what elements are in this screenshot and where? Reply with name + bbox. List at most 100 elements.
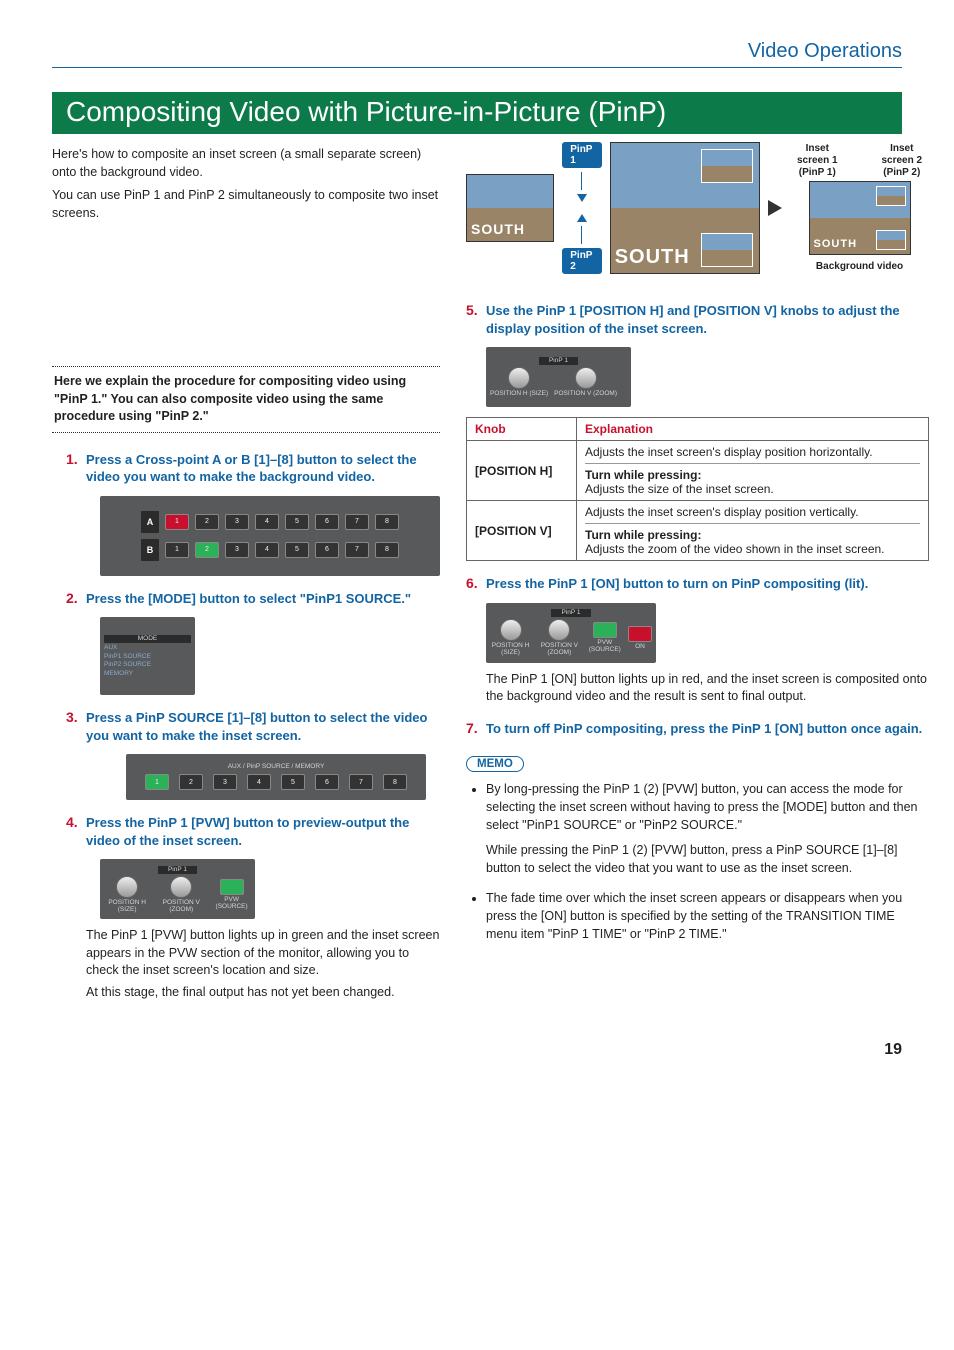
button-a8: 8 (375, 514, 399, 530)
src-2: 2 (179, 774, 203, 790)
step-1: 1. Press a Cross-point A or B [1]–[8] bu… (66, 451, 440, 576)
mini-inset-2b (876, 230, 906, 250)
step-4-body-1: The PinP 1 [PVW] button lights up in gre… (86, 927, 440, 980)
breadcrumb: Video Operations (52, 40, 902, 68)
south-label-small: SOUTH (814, 238, 858, 250)
button-a6: 6 (315, 514, 339, 530)
inset1-line2: (PinP 1) (799, 167, 836, 178)
page-number: 19 (52, 1041, 902, 1059)
knob-h-line2: Adjusts the size of the inset screen. (585, 482, 774, 496)
step-text: Press the PinP 1 [ON] button to turn on … (486, 575, 868, 593)
button-b1: 1 (165, 542, 189, 558)
knob-position-h (508, 367, 530, 389)
button-b6: 6 (315, 542, 339, 558)
pvw-button (593, 622, 617, 638)
row-a-label: A (141, 511, 159, 533)
arrow-right-icon (768, 200, 782, 216)
step-5: 5. Use the PinP 1 [POSITION H] and [POSI… (466, 302, 929, 407)
inset2-line2: (PinP 2) (883, 167, 920, 178)
knob-h-turn: Turn while pressing: (585, 468, 701, 482)
note-box: Here we explain the procedure for compos… (52, 366, 440, 433)
button-a5: 5 (285, 514, 309, 530)
step-4-body-2: At this stage, the final output has not … (86, 984, 440, 1002)
button-a1: 1 (165, 514, 189, 530)
step-number: 4. (66, 814, 86, 830)
inset2-label: Inset screen 2 (PinP 2) (875, 143, 930, 179)
step-number: 1. (66, 451, 86, 467)
pinp2-badge: PinP 2 (562, 248, 601, 274)
pinp1-badge: PinP 1 (562, 142, 601, 168)
src-4: 4 (247, 774, 271, 790)
knob-v-line1: Adjusts the inset screen's display posit… (585, 505, 920, 519)
step-number: 3. (66, 709, 86, 725)
step-7: 7. To turn off PinP compositing, press t… (466, 720, 929, 738)
button-a3: 3 (225, 514, 249, 530)
memo-item-1a: By long-pressing the PinP 1 (2) [PVW] bu… (486, 782, 918, 832)
figure-knobs: PinP 1 POSITION H (SIZE) POSITION V (ZOO… (486, 347, 631, 407)
src-5: 5 (281, 774, 305, 790)
mode-title: MODE (104, 635, 191, 644)
knob-label: POSITION V (ZOOM) (156, 900, 206, 913)
knob-label: POSITION V (ZOOM) (537, 643, 581, 656)
memo-item-1b: While pressing the PinP 1 (2) [PVW] butt… (486, 841, 929, 877)
mode-item: PinP2 SOURCE (104, 662, 151, 669)
button-a4: 4 (255, 514, 279, 530)
mini-inset-2 (701, 233, 753, 267)
figure-on: PinP 1 POSITION H (SIZE) POSITION V (ZOO… (486, 603, 656, 663)
step-text: Press a Cross-point A or B [1]–[8] butto… (86, 451, 440, 486)
memo-item: The fade time over which the inset scree… (486, 889, 929, 943)
mini-inset-1b (876, 186, 906, 206)
inset1-line1: Inset screen 1 (797, 143, 838, 166)
source-title: AUX / PinP SOURCE / MEMORY (228, 764, 325, 771)
knob-position-h (500, 619, 522, 641)
south-label: SOUTH (471, 221, 525, 237)
intro-paragraph-1: Here's how to composite an inset screen … (52, 146, 440, 181)
thumb-composite: SOUTH (610, 142, 760, 274)
memo-item: By long-pressing the PinP 1 (2) [PVW] bu… (486, 780, 929, 877)
button-a2: 2 (195, 514, 219, 530)
knob-label: POSITION H (SIZE) (104, 900, 150, 913)
mode-item: AUX (104, 645, 117, 652)
on-label: ON (635, 644, 645, 651)
step-3: 3. Press a PinP SOURCE [1]–[8] button to… (66, 709, 440, 800)
knob-v-name: [POSITION V] (467, 501, 577, 561)
pinp-panel-label: PinP 1 (539, 357, 578, 366)
on-button (628, 626, 652, 642)
inset2-line1: Inset screen 2 (881, 143, 922, 166)
knob-h-name: [POSITION H] (467, 441, 577, 501)
figure-crosspoint: A 1 2 3 4 5 6 7 8 B 1 2 3 (100, 496, 440, 576)
knob-v-desc: Adjusts the inset screen's display posit… (577, 501, 929, 561)
thumb-output: SOUTH (809, 181, 911, 255)
src-1: 1 (145, 774, 169, 790)
mini-inset-1 (701, 149, 753, 183)
composite-diagram: SOUTH PinP 1 PinP 2 SOUTH (466, 142, 929, 274)
step-text: Use the PinP 1 [POSITION H] and [POSITIO… (486, 302, 929, 337)
figure-pvw: PinP 1 POSITION H (SIZE) POSITION V (ZOO… (100, 859, 255, 919)
button-b8: 8 (375, 542, 399, 558)
step-number: 5. (466, 302, 486, 318)
step-6: 6. Press the PinP 1 [ON] button to turn … (466, 575, 929, 706)
button-b3: 3 (225, 542, 249, 558)
knob-label: POSITION H (SIZE) (490, 643, 531, 656)
memo-list: By long-pressing the PinP 1 (2) [PVW] bu… (470, 780, 929, 943)
step-text: Press a PinP SOURCE [1]–[8] button to se… (86, 709, 440, 744)
step-4: 4. Press the PinP 1 [PVW] button to prev… (66, 814, 440, 1001)
knob-table: Knob Explanation [POSITION H] Adjusts th… (466, 417, 929, 561)
src-3: 3 (213, 774, 237, 790)
pvw-button (220, 879, 244, 895)
button-a7: 7 (345, 514, 369, 530)
bg-video-label: Background video (816, 261, 903, 273)
knob-label: POSITION H (SIZE) (490, 391, 548, 398)
src-8: 8 (383, 774, 407, 790)
knob-position-v (170, 876, 192, 898)
step-6-body: The PinP 1 [ON] button lights up in red,… (486, 671, 929, 706)
pvw-label: PVW (SOURCE) (588, 640, 622, 653)
figure-source: AUX / PinP SOURCE / MEMORY 1 2 3 4 5 6 7… (126, 754, 426, 800)
knob-table-h1: Knob (467, 418, 577, 441)
knob-table-h2: Explanation (577, 418, 929, 441)
knob-label: POSITION V (ZOOM) (554, 391, 617, 398)
thumb-source: SOUTH (466, 174, 554, 242)
page-title: Compositing Video with Picture-in-Pictur… (52, 92, 902, 134)
pinp-panel-label: PinP 1 (551, 609, 590, 618)
knob-v-line2: Adjusts the zoom of the video shown in t… (585, 542, 885, 556)
